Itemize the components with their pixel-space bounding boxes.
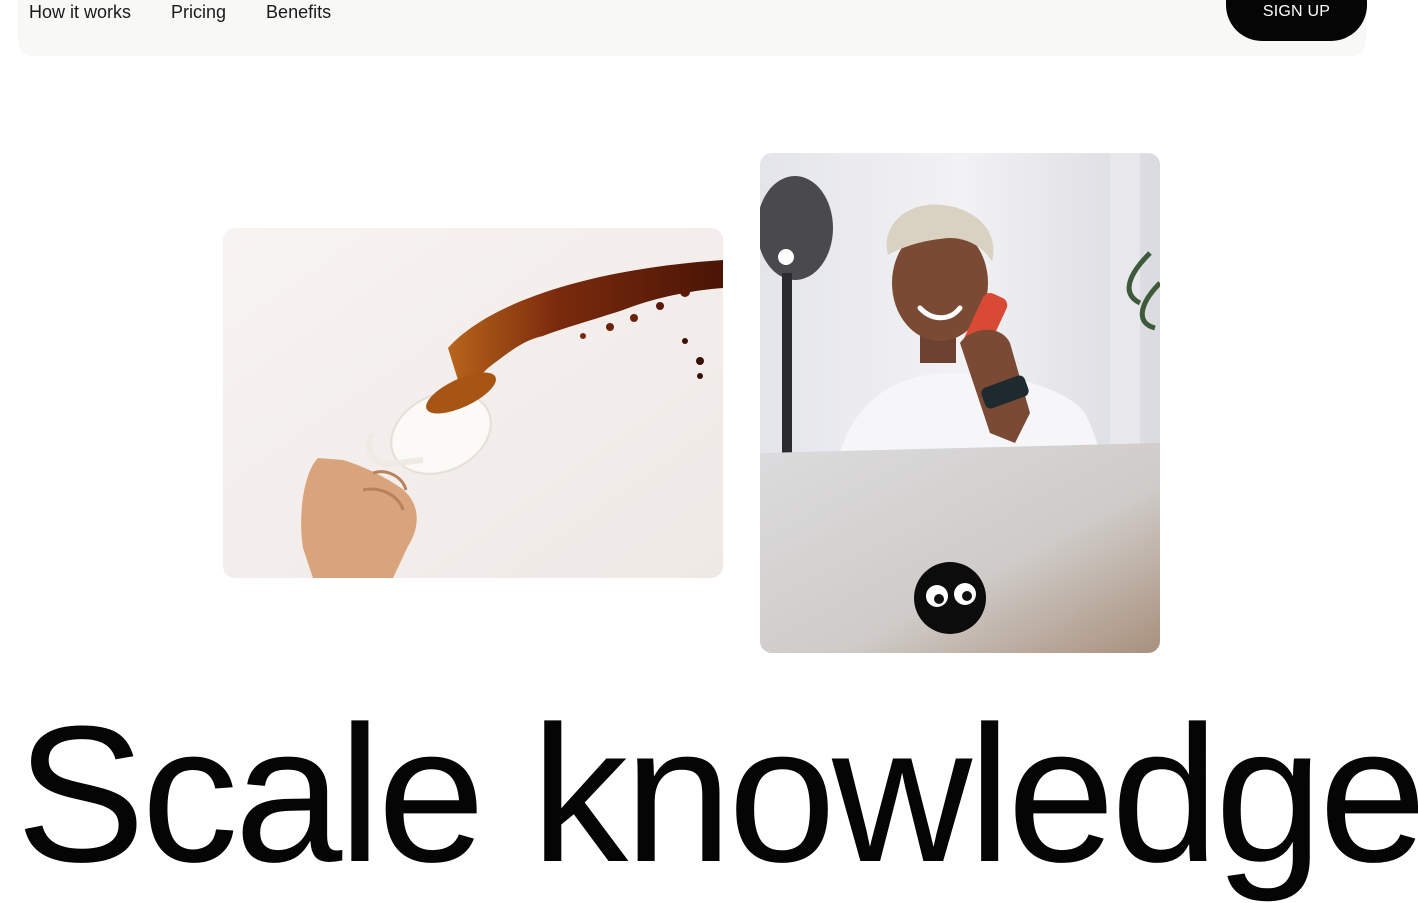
coffee-spill-photo [223, 228, 723, 578]
nav-link-benefits[interactable]: Benefits [266, 0, 331, 25]
nav-link-pricing[interactable]: Pricing [171, 0, 226, 25]
coffee-spill-illustration [223, 228, 723, 578]
top-navbar: How it works Pricing Benefits SIGN UP [18, 0, 1367, 56]
man-on-phone-photo [760, 153, 1160, 653]
nav-link-how-it-works[interactable]: How it works [29, 0, 131, 25]
man-with-laptop-illustration [760, 153, 1160, 653]
sign-up-button[interactable]: SIGN UP [1226, 0, 1367, 41]
nav-links: How it works Pricing Benefits [29, 0, 331, 25]
hero-headline: Scale knowledge [16, 686, 1418, 903]
